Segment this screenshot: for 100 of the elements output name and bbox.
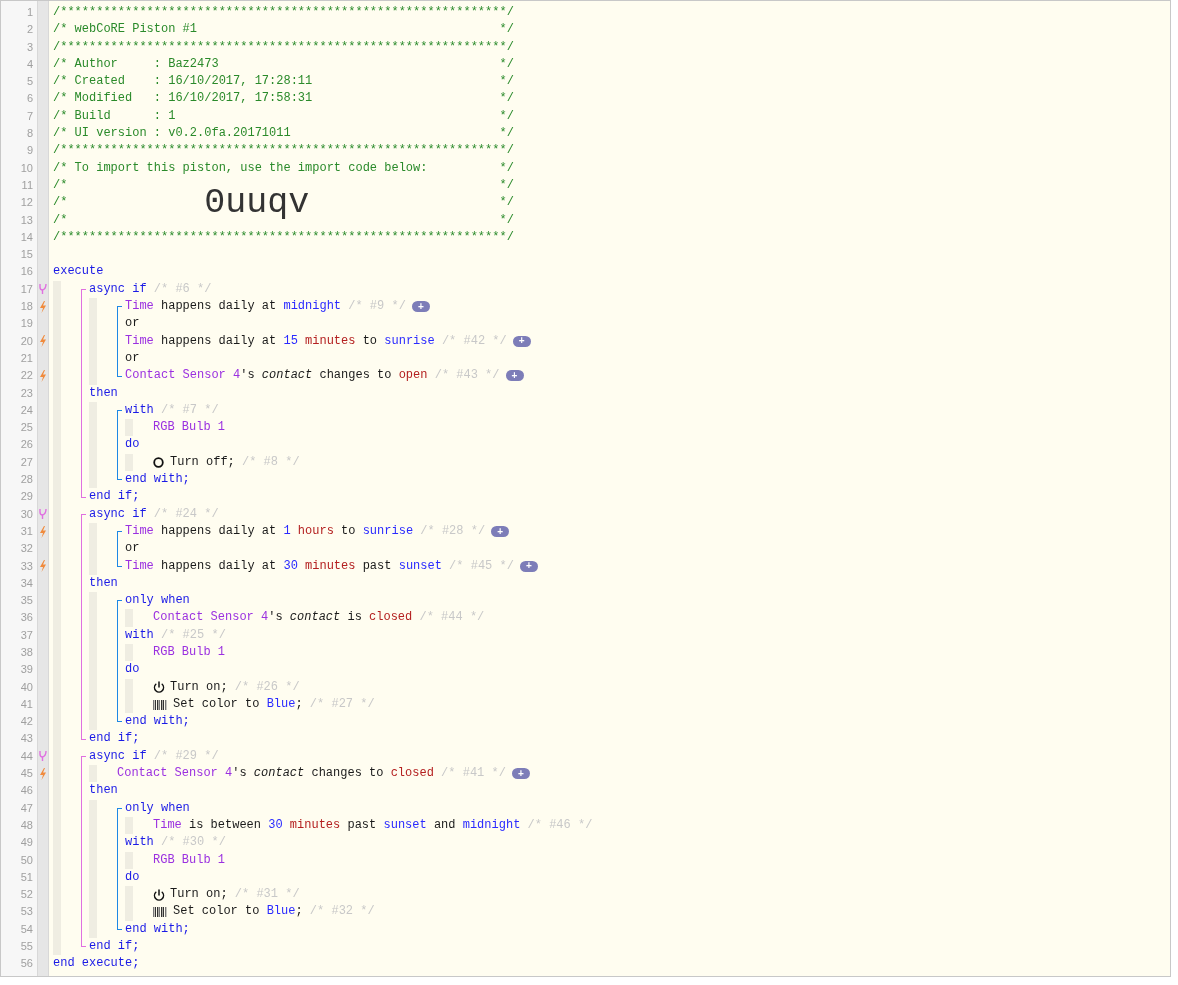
code-text: happens daily at — [160, 522, 278, 540]
constant-value: sunset — [398, 557, 443, 575]
line-number: 54 — [20, 921, 33, 937]
bolt-icon — [39, 525, 47, 538]
keyword: do — [125, 868, 140, 886]
fork-icon — [39, 750, 47, 763]
line-number: 11 — [21, 177, 33, 193]
power-icon — [153, 681, 165, 694]
keyword: with — [125, 626, 155, 644]
line-number: 26 — [20, 437, 33, 453]
line-number: 20 — [20, 333, 33, 349]
line-number: 53 — [20, 904, 33, 920]
unit-name: minutes — [305, 557, 356, 575]
device-name: Time — [125, 557, 154, 575]
device-name: Time — [125, 332, 154, 350]
add-button[interactable]: + — [511, 768, 530, 780]
keyword: only when — [125, 799, 190, 817]
line-number: 23 — [20, 385, 33, 401]
code-text: past — [361, 557, 393, 575]
attribute-name: contact — [261, 367, 313, 385]
comment-text: /* Build : 1 — [53, 107, 176, 125]
device-name: Contact Sensor 4 — [125, 367, 241, 385]
code-text: is — [346, 609, 363, 627]
line-number: 46 — [20, 783, 33, 799]
line-number: 27 — [20, 454, 33, 470]
comment-text: */ — [499, 21, 514, 39]
line-number: 17 — [20, 281, 33, 297]
keyword: end if; — [89, 488, 140, 506]
code-text: happens daily at — [160, 557, 278, 575]
code-text: happens daily at — [160, 332, 278, 350]
code-text: Turn on; — [170, 886, 229, 904]
comment-text: */ — [499, 211, 514, 229]
add-button[interactable]: + — [491, 526, 510, 538]
code-text: to — [340, 522, 357, 540]
keyword: then — [89, 782, 118, 800]
number-value: 15 — [283, 332, 299, 350]
keyword: only when — [125, 592, 190, 610]
keyword: async if — [89, 505, 148, 523]
constant-value: Blue — [266, 903, 296, 921]
line-number: 56 — [20, 956, 33, 972]
state-value: closed — [369, 609, 414, 627]
line-number: 7 — [26, 108, 33, 124]
keyword: then — [89, 384, 118, 402]
import-code: 0uuqv — [204, 182, 310, 223]
line-number: 48 — [20, 817, 33, 833]
code-text: changes to — [318, 367, 393, 385]
comment-text: */ — [499, 107, 514, 125]
code-text: and — [432, 816, 457, 834]
keyword: end execute; — [53, 955, 140, 973]
device-name: RGB Bulb 1 — [153, 644, 225, 661]
comment-text: */ — [499, 73, 514, 91]
bolt-icon — [39, 560, 47, 573]
line-number: 2 — [26, 22, 33, 38]
fork-icon — [39, 508, 47, 521]
code-text: 's — [268, 609, 284, 627]
number-value: 30 — [268, 816, 284, 834]
line-number: 22 — [20, 368, 33, 384]
comment-text: /* Author : Baz2473 — [53, 55, 219, 73]
comment-rule: /**************************************************************/ — [53, 229, 514, 244]
keyword: end with; — [125, 471, 190, 488]
comment-text: /* — [53, 176, 68, 194]
code-text: Set color to — [173, 695, 261, 713]
bracket-line — [117, 306, 122, 377]
add-button[interactable]: + — [512, 335, 531, 347]
bracket-line — [117, 409, 122, 481]
code-text: to — [361, 332, 379, 350]
circle-icon — [153, 456, 164, 468]
code-text: past — [346, 816, 378, 834]
keyword: end if; — [89, 938, 140, 956]
line-number: 49 — [20, 835, 33, 851]
code-text: happens daily at — [160, 298, 278, 316]
line-number: 34 — [20, 575, 33, 591]
line-number: 18 — [20, 299, 33, 315]
line-number: 10 — [20, 160, 33, 176]
code-text: or — [125, 349, 140, 367]
line-number: 19 — [20, 316, 33, 332]
add-button[interactable]: + — [411, 301, 430, 313]
line-number: 51 — [20, 869, 33, 885]
code-text: 's — [232, 765, 248, 783]
unit-name: minutes — [289, 816, 341, 834]
add-button[interactable]: + — [505, 370, 524, 382]
keyword: then — [89, 574, 118, 592]
keyword: execute — [53, 263, 104, 281]
keyword: async if — [89, 280, 148, 298]
bolt-icon — [39, 369, 47, 382]
constant-value: sunset — [383, 816, 427, 834]
constant-value: midnight — [283, 298, 343, 316]
code-text: ; — [295, 695, 304, 713]
code-text: 's — [240, 367, 256, 385]
line-number: 12 — [20, 195, 33, 211]
keyword: with — [125, 834, 155, 852]
line-number: 16 — [20, 264, 33, 280]
barcode-icon — [153, 907, 167, 918]
line-number: 37 — [20, 627, 33, 643]
line-number: 36 — [20, 610, 33, 626]
device-name: Time — [125, 298, 154, 316]
keyword: with — [125, 401, 155, 419]
attribute-name: contact — [253, 765, 305, 783]
add-button[interactable]: + — [519, 560, 538, 572]
keyword: async if — [89, 747, 148, 765]
